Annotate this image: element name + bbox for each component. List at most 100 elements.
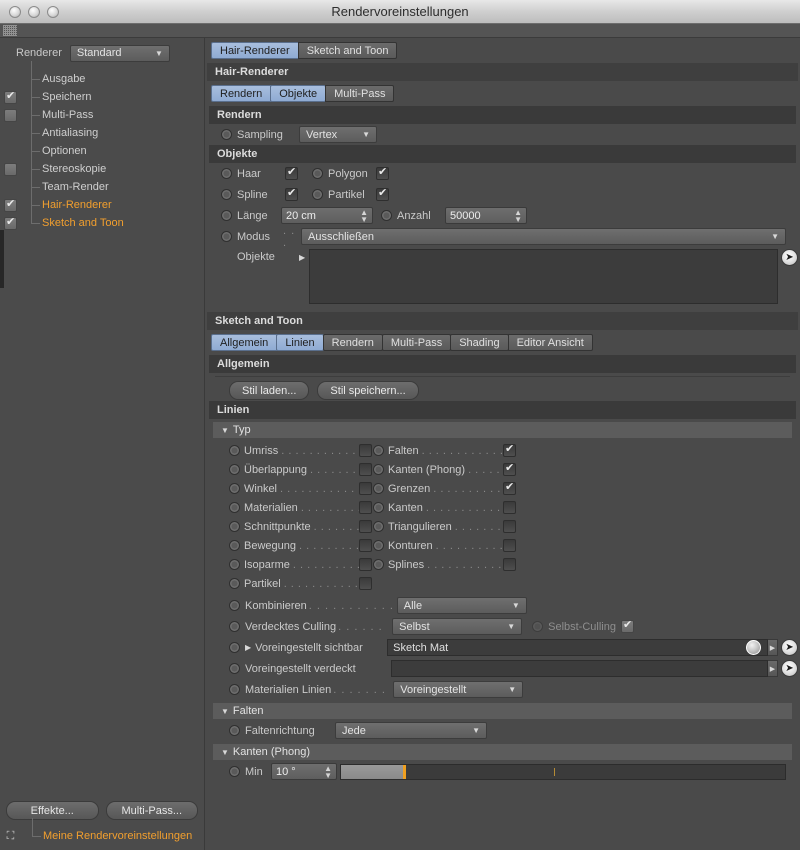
anzahl-radio[interactable] [381, 210, 392, 221]
min-slider[interactable] [340, 763, 786, 780]
sidebar-item-checkbox[interactable] [4, 216, 17, 230]
line-type-materialien[interactable]: Materialien. . . . . . . . . . . . . . . [229, 498, 359, 517]
kombinieren-select[interactable]: Alle ▼ [396, 597, 527, 614]
line-type-grenzen-checkbox[interactable] [503, 481, 516, 495]
line-type-schnittpunkte[interactable]: Schnittpunkte. . . . . . . . . . . . . .… [229, 517, 359, 536]
sidebar-item-checkbox-slot[interactable] [4, 198, 17, 212]
sidebar-item-checkbox-slot[interactable] [4, 162, 17, 176]
line-type-triangulieren-checkbox[interactable] [503, 520, 516, 533]
line-type-splines[interactable]: Splines. . . . . . . . . . . . . . . [373, 555, 503, 574]
line-type-konturen-checkbox[interactable] [503, 539, 516, 552]
effects-button[interactable]: Effekte... [6, 801, 99, 820]
kombinieren-radio[interactable] [229, 600, 240, 611]
line-type-grenzen-radio[interactable] [373, 483, 384, 494]
save-style-button[interactable]: Stil speichern... [317, 381, 419, 400]
objekte-dropzone[interactable] [309, 249, 778, 304]
sketch-tab-allgemein[interactable]: Allgemein [211, 334, 278, 351]
sidebar-item-checkbox[interactable] [4, 108, 17, 122]
sampling-select[interactable]: Vertex ▼ [299, 126, 377, 143]
expand-arrow-icon[interactable]: ▶ [768, 660, 778, 677]
line-type-partikel-radio[interactable] [229, 578, 240, 589]
chevron-right-icon[interactable]: ▶ [245, 643, 251, 652]
stepper-icon[interactable]: ▲ ▼ [314, 764, 332, 779]
expand-arrow-icon[interactable]: ▶ [768, 639, 778, 656]
line-type-winkel-checkbox[interactable] [359, 482, 372, 495]
hair-polygon-radio[interactable] [312, 168, 323, 179]
preset-hidden-radio[interactable] [229, 663, 240, 674]
typ-subheader[interactable]: ▼ Typ [213, 422, 792, 438]
line-type-materialien-checkbox[interactable] [359, 501, 372, 514]
line-type--berlappung-radio[interactable] [229, 464, 240, 475]
sketch-tab-shading[interactable]: Shading [450, 334, 509, 351]
line-type-umriss-radio[interactable] [229, 445, 240, 456]
line-type-falten[interactable]: Falten. . . . . . . . . . . . . . . [373, 441, 503, 460]
stepper-icon[interactable]: ▲ ▼ [504, 208, 522, 223]
line-type-partikel[interactable]: Partikel. . . . . . . . . . . . . . . [229, 574, 359, 593]
faltenrichtung-select[interactable]: Jede ▼ [335, 722, 487, 739]
line-type-kanten[interactable]: Kanten. . . . . . . . . . . . . . . [373, 498, 503, 517]
sampling-radio[interactable] [221, 129, 232, 140]
hair-partikel-checkbox[interactable] [376, 187, 389, 201]
line-type-umriss-checkbox[interactable] [359, 444, 372, 457]
line-type-konturen[interactable]: Konturen. . . . . . . . . . . . . . . [373, 536, 503, 555]
line-type-kanten-phong--checkbox[interactable] [503, 462, 516, 476]
pick-material-icon[interactable]: ➤ [781, 639, 798, 656]
modus-radio[interactable] [221, 231, 232, 242]
sidebar-item-checkbox-slot[interactable] [4, 216, 17, 230]
line-type-grenzen[interactable]: Grenzen. . . . . . . . . . . . . . . [373, 479, 503, 498]
line-type-falten-checkbox[interactable] [503, 443, 516, 457]
line-type-isoparme[interactable]: Isoparme. . . . . . . . . . . . . . . [229, 555, 359, 574]
laenge-input[interactable]: 20 cm ▲ ▼ [281, 207, 373, 224]
culling-radio[interactable] [229, 621, 240, 632]
line-type-kanten-checkbox[interactable] [503, 501, 516, 514]
line-type-bewegung[interactable]: Bewegung. . . . . . . . . . . . . . . [229, 536, 359, 555]
self-culling-radio[interactable] [532, 621, 544, 632]
line-type-schnittpunkte-radio[interactable] [229, 521, 240, 532]
preset-visible-radio[interactable] [229, 642, 240, 653]
line-type-kanten-radio[interactable] [373, 502, 384, 513]
sketch-tab-editor-ansicht[interactable]: Editor Ansicht [507, 334, 593, 351]
hair-spline-checkbox[interactable] [285, 187, 298, 201]
hair-haar-radio[interactable] [221, 168, 232, 179]
line-type-kanten-phong-[interactable]: Kanten (Phong). . . . . . . . . . . . . … [373, 460, 503, 479]
line-type--berlappung-checkbox[interactable] [359, 463, 372, 476]
laenge-radio[interactable] [221, 210, 232, 221]
line-type-falten-radio[interactable] [373, 445, 384, 456]
tab-sketch-and-toon[interactable]: Sketch and Toon [297, 42, 398, 59]
line-type-materialien-radio[interactable] [229, 502, 240, 513]
renderer-select[interactable]: Standard ▼ [69, 44, 170, 62]
sketch-tab-rendern[interactable]: Rendern [322, 334, 383, 351]
pick-object-icon[interactable]: ➤ [781, 249, 798, 266]
hair-tab-rendern[interactable]: Rendern [211, 85, 272, 102]
line-type-schnittpunkte-checkbox[interactable] [359, 520, 372, 533]
line-type-triangulieren[interactable]: Triangulieren. . . . . . . . . . . . . .… [373, 517, 503, 536]
line-type-winkel-radio[interactable] [229, 483, 240, 494]
line-type-umriss[interactable]: Umriss. . . . . . . . . . . . . . . [229, 441, 359, 460]
anzahl-input[interactable]: 50000 ▲ ▼ [445, 207, 527, 224]
line-type-konturen-radio[interactable] [373, 540, 384, 551]
line-type-bewegung-radio[interactable] [229, 540, 240, 551]
stepper-icon[interactable]: ▲ ▼ [350, 208, 368, 223]
sidebar-item-checkbox[interactable] [4, 162, 17, 176]
min-input[interactable]: 10 ° ▲ ▼ [271, 763, 337, 780]
kanten-phong-subheader[interactable]: ▼ Kanten (Phong) [213, 744, 792, 760]
hair-polygon-checkbox[interactable] [376, 166, 389, 180]
line-type--berlappung[interactable]: Überlappung. . . . . . . . . . . . . . . [229, 460, 359, 479]
hair-tab-objekte[interactable]: Objekte [270, 85, 327, 102]
modus-select[interactable]: Ausschließen ▼ [301, 228, 786, 245]
hair-tab-multi-pass[interactable]: Multi-Pass [325, 85, 395, 102]
line-type-isoparme-radio[interactable] [229, 559, 240, 570]
pick-material-icon[interactable]: ➤ [781, 660, 798, 677]
sketch-tab-linien[interactable]: Linien [276, 334, 324, 351]
line-type-winkel[interactable]: Winkel. . . . . . . . . . . . . . . [229, 479, 359, 498]
hair-partikel-radio[interactable] [312, 189, 323, 200]
hair-haar-checkbox[interactable] [285, 166, 298, 180]
preset-hidden-input[interactable] [391, 660, 768, 677]
line-type-partikel-checkbox[interactable] [359, 577, 372, 590]
line-type-kanten-phong--radio[interactable] [373, 464, 384, 475]
min-slider-knob[interactable] [403, 764, 407, 779]
multipass-button[interactable]: Multi-Pass... [105, 801, 198, 820]
chevron-right-icon[interactable]: ▶ [299, 253, 305, 262]
grip-handle-icon[interactable] [3, 25, 17, 36]
sidebar-item-checkbox[interactable] [4, 90, 17, 104]
